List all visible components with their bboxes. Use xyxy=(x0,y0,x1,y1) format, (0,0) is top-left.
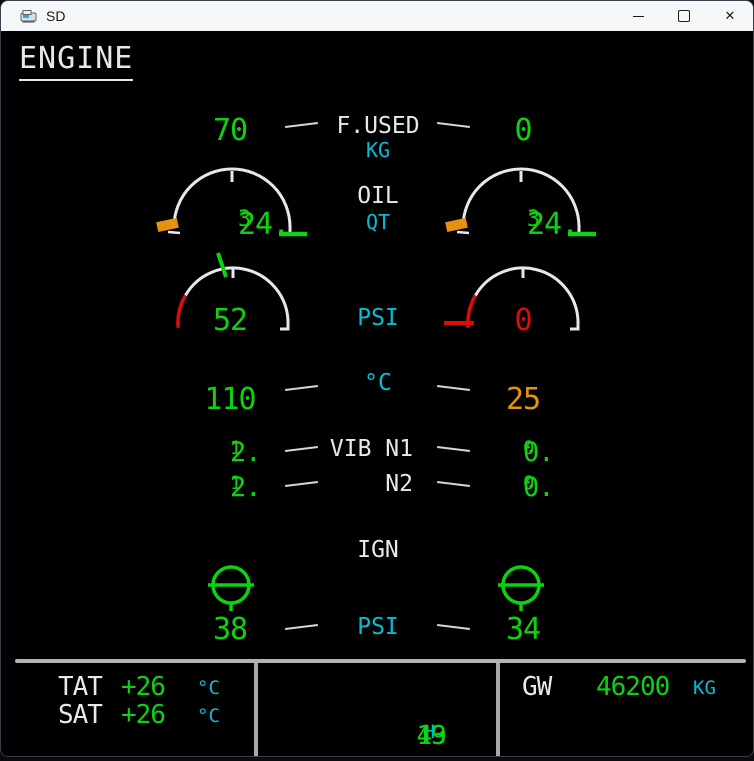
window-titlebar[interactable]: SD ✕ xyxy=(1,1,753,31)
footer-divider-horizontal xyxy=(15,659,746,663)
oil-temp-unit: °C xyxy=(301,370,455,396)
fuel-press-left-value: 38 xyxy=(159,612,301,647)
oil-unit: QT xyxy=(301,210,455,234)
minimize-icon xyxy=(633,16,644,17)
vib-n2-label: N2 xyxy=(301,471,455,497)
page-title: ENGINE xyxy=(19,41,133,81)
app-icon xyxy=(20,9,37,24)
gw-label: GW xyxy=(522,672,551,702)
maximize-button[interactable] xyxy=(661,1,707,31)
footer-divider-left xyxy=(254,663,258,757)
footer-divider-right xyxy=(496,663,500,757)
time-minutes: 49 xyxy=(417,721,446,751)
oil-temp-right-value: 25 xyxy=(452,382,594,417)
oil-press-needle xyxy=(218,253,226,277)
oil-temp-left-value: 110 xyxy=(159,382,301,417)
oil-press-left-value: 52 xyxy=(159,303,301,338)
close-icon: ✕ xyxy=(725,8,736,24)
oil-low-mark xyxy=(156,218,179,232)
gw-value: 46200 xyxy=(596,672,669,702)
fuel-press-right-value: 34 xyxy=(452,612,594,647)
vib-n1-label: VIB N1 xyxy=(301,436,455,462)
gw-unit: KG xyxy=(693,677,716,699)
oil-press-right-value: 0 xyxy=(452,303,594,338)
fuel-used-unit: KG xyxy=(301,138,455,162)
tat-label: TAT xyxy=(58,672,102,702)
sat-unit: °C xyxy=(197,705,220,727)
ign-label: IGN xyxy=(301,537,455,563)
minimize-button[interactable] xyxy=(615,1,661,31)
sd-window: SD ✕ ENGINE 70 F.USED 0 KG xyxy=(0,0,754,757)
fuel-used-right-value: 0 xyxy=(452,113,594,148)
sat-value: +26 xyxy=(121,700,165,730)
sat-label: SAT xyxy=(58,700,102,730)
close-button[interactable]: ✕ xyxy=(707,1,753,31)
fuel-used-label: F.USED xyxy=(301,113,455,139)
fuel-used-left-value: 70 xyxy=(159,113,301,148)
maximize-icon xyxy=(678,10,690,22)
ecam-engine-page: ENGINE 70 F.USED 0 KG xyxy=(1,31,753,756)
fuel-press-unit: PSI xyxy=(301,614,455,640)
utc-time: 13H49 xyxy=(301,702,455,757)
oil-press-unit: PSI xyxy=(301,305,455,331)
tat-value: +26 xyxy=(121,672,165,702)
desktop: SD ✕ ENGINE 70 F.USED 0 KG xyxy=(0,0,754,761)
igniter-symbol-left xyxy=(203,561,259,617)
tat-unit: °C xyxy=(197,677,220,699)
window-title: SD xyxy=(46,8,65,24)
igniter-symbol-right xyxy=(493,561,549,617)
oil-label: OIL xyxy=(301,183,455,209)
